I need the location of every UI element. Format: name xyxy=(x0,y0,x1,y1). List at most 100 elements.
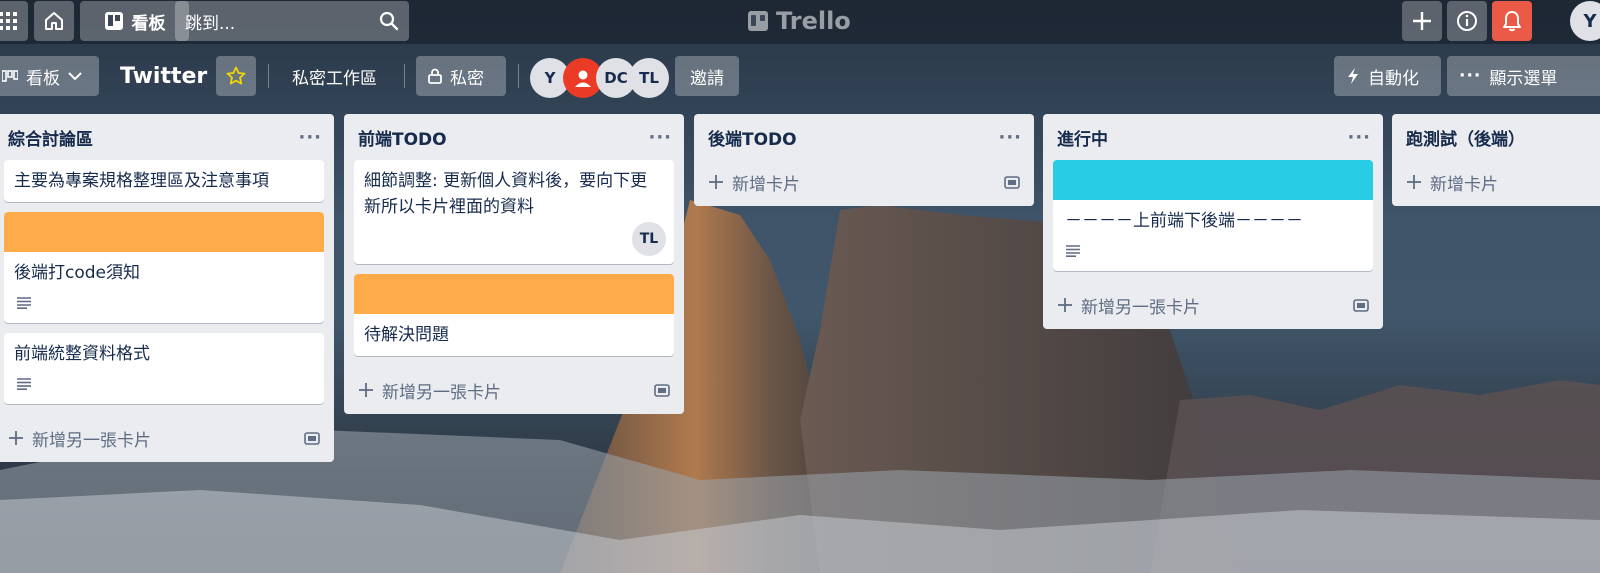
add-card-label: 新增卡片 xyxy=(732,174,800,195)
list-title[interactable]: 後端TODO xyxy=(708,125,797,150)
plus-icon xyxy=(1413,12,1431,30)
star-icon xyxy=(226,66,246,85)
list-frontend-todo: 前端TODO ··· 細節調整: 更新個人資料後，要向下更新所以卡片裡面的資料 … xyxy=(344,114,684,414)
plus-icon xyxy=(1058,298,1072,312)
list-title[interactable]: 綜合討論區 xyxy=(8,125,93,150)
plus-icon xyxy=(359,383,373,397)
card-member-avatar[interactable]: TL xyxy=(632,222,666,256)
card-cover xyxy=(4,212,324,252)
star-button[interactable] xyxy=(216,56,256,96)
boards-button-label: 看板 xyxy=(131,13,166,34)
card[interactable]: 主要為專案規格整理區及注意事項 xyxy=(4,160,324,202)
search-icon xyxy=(379,11,399,31)
description-icon xyxy=(1053,242,1373,271)
list-menu-icon[interactable]: ··· xyxy=(1347,127,1371,148)
list-backend-todo: 後端TODO ··· 新增卡片 xyxy=(694,114,1034,206)
search-placeholder: 跳到... xyxy=(185,13,236,34)
add-card-label: 新增另一張卡片 xyxy=(382,382,501,403)
card[interactable]: －－－－上前端下後端－－－－ xyxy=(1053,160,1373,271)
grid-icon xyxy=(0,12,17,30)
add-card-label: 新增另一張卡片 xyxy=(1081,297,1200,318)
automation-label: 自動化 xyxy=(1368,68,1419,89)
card-title: 待解決問題 xyxy=(364,325,449,345)
card-cover xyxy=(1053,160,1373,200)
member-avatar[interactable]: TL xyxy=(629,58,669,98)
trello-logo[interactable]: Trello xyxy=(748,6,851,36)
description-icon xyxy=(4,294,324,323)
lock-icon xyxy=(428,68,442,84)
search-input[interactable]: 跳到... xyxy=(175,1,409,41)
add-card-button[interactable]: 新增卡片 xyxy=(694,158,1034,206)
card[interactable]: 待解決問題 xyxy=(354,274,674,356)
board-icon xyxy=(104,12,123,30)
card[interactable]: 細節調整: 更新個人資料後，要向下更新所以卡片裡面的資料 TL xyxy=(354,160,674,264)
list-menu-icon[interactable]: ··· xyxy=(298,127,322,148)
list-general-discussion: 綜合討論區 ··· 主要為專案規格整理區及注意事項 後端打code須知 前端統整… xyxy=(0,114,334,462)
show-menu-label: 顯示選單 xyxy=(1489,68,1558,89)
card-title: 前端統整資料格式 xyxy=(14,344,150,364)
app-header: 看板 跳到... Trello Y xyxy=(0,0,1600,44)
plus-icon xyxy=(709,175,723,189)
info-icon xyxy=(1457,11,1477,31)
board-title[interactable]: Twitter xyxy=(120,56,207,96)
template-icon[interactable] xyxy=(654,383,670,397)
list-title[interactable]: 跑測試（後端） xyxy=(1406,125,1525,150)
add-card-label: 新增卡片 xyxy=(1430,174,1498,195)
list-title[interactable]: 前端TODO xyxy=(358,125,447,150)
list-header[interactable]: 綜合討論區 ··· xyxy=(0,114,334,160)
lightning-icon xyxy=(1348,68,1358,84)
list-header[interactable]: 前端TODO ··· xyxy=(344,114,684,160)
create-button[interactable] xyxy=(1402,1,1442,41)
list-menu-icon[interactable]: ··· xyxy=(998,127,1022,148)
user-icon xyxy=(575,70,591,87)
list-header[interactable]: 後端TODO ··· xyxy=(694,114,1034,160)
list-header[interactable]: 跑測試（後端） xyxy=(1392,114,1600,160)
show-menu-button[interactable]: ··· 顯示選單 xyxy=(1447,56,1600,96)
description-icon xyxy=(4,375,324,404)
template-icon[interactable] xyxy=(304,431,320,445)
add-card-button[interactable]: 新增另一張卡片 xyxy=(1043,281,1383,329)
card[interactable]: 後端打code須知 xyxy=(4,212,324,323)
plus-icon xyxy=(9,431,23,445)
more-icon: ··· xyxy=(1459,66,1482,86)
board-header: 看板 Twitter 私密工作區 私密 Y DC TL 邀請 自動化 ··· 顯… xyxy=(0,54,1600,100)
card[interactable]: 前端統整資料格式 xyxy=(4,333,324,404)
template-icon[interactable] xyxy=(1004,175,1020,189)
divider xyxy=(268,64,269,88)
list-title[interactable]: 進行中 xyxy=(1057,125,1108,150)
list-header[interactable]: 進行中 ··· xyxy=(1043,114,1383,160)
boards-button[interactable]: 看板 xyxy=(80,1,189,41)
divider xyxy=(518,64,519,88)
visibility-button[interactable]: 私密 xyxy=(416,56,506,96)
invite-button[interactable]: 邀請 xyxy=(675,56,739,96)
plus-icon xyxy=(1407,175,1421,189)
divider xyxy=(404,64,405,88)
list-in-progress: 進行中 ··· －－－－上前端下後端－－－－ 新增另一張卡片 xyxy=(1043,114,1383,329)
add-card-label: 新增另一張卡片 xyxy=(32,430,151,451)
card-title: 主要為專案規格整理區及注意事項 xyxy=(14,171,269,191)
card-cover xyxy=(354,274,674,314)
list-run-tests-backend: 跑測試（後端） 新增卡片 xyxy=(1392,114,1600,206)
bell-icon xyxy=(1503,11,1521,32)
user-avatar[interactable]: Y xyxy=(1570,1,1600,41)
add-card-button[interactable]: 新增另一張卡片 xyxy=(344,366,684,414)
apps-menu-button[interactable] xyxy=(0,1,28,41)
home-button[interactable] xyxy=(34,1,74,41)
info-button[interactable] xyxy=(1447,1,1487,41)
board-view-icon xyxy=(2,70,18,82)
notifications-button[interactable] xyxy=(1492,1,1532,41)
visibility-label: 私密 xyxy=(450,68,484,89)
board-view-label: 看板 xyxy=(26,68,60,89)
add-card-button[interactable]: 新增卡片 xyxy=(1392,158,1600,206)
automation-button[interactable]: 自動化 xyxy=(1334,56,1441,96)
template-icon[interactable] xyxy=(1353,298,1369,312)
trello-logo-text: Trello xyxy=(776,7,851,35)
list-menu-icon[interactable]: ··· xyxy=(648,127,672,148)
board-view-switcher[interactable]: 看板 xyxy=(0,56,99,96)
add-card-button[interactable]: 新增另一張卡片 xyxy=(0,414,334,462)
home-icon xyxy=(45,12,63,30)
card-title: 後端打code須知 xyxy=(14,263,140,283)
workspace-button[interactable]: 私密工作區 xyxy=(292,56,377,96)
card-title: －－－－上前端下後端－－－－ xyxy=(1065,211,1303,231)
chevron-down-icon xyxy=(68,72,82,81)
